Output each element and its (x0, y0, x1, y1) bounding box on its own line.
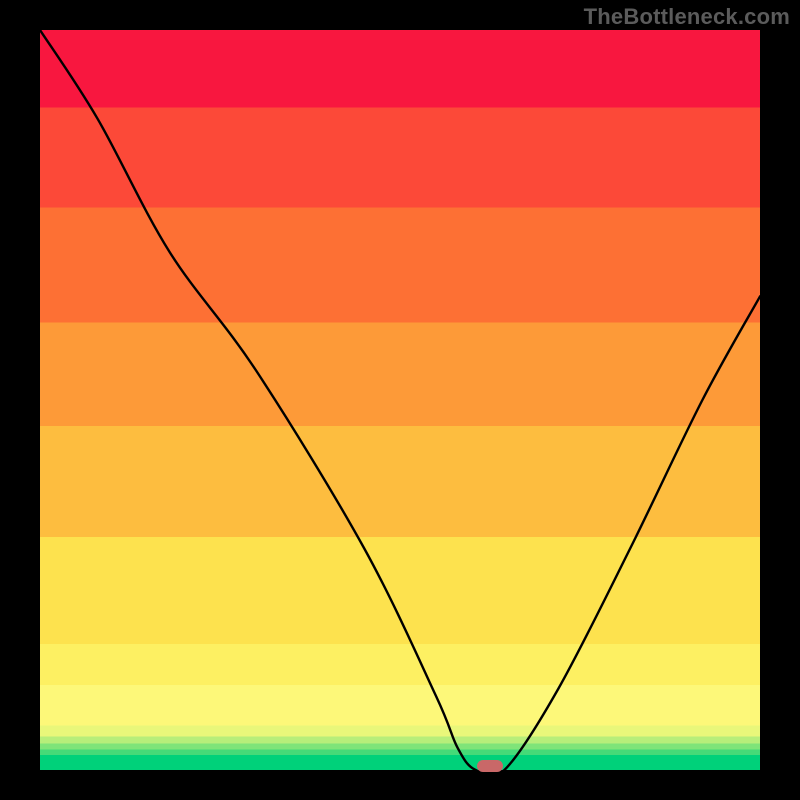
plot-area (40, 30, 760, 770)
gradient-background (40, 30, 760, 770)
watermark-text: TheBottleneck.com (584, 4, 790, 30)
sweet-spot-marker (477, 760, 503, 772)
chart-frame: TheBottleneck.com (0, 0, 800, 800)
bottleneck-chart-svg (40, 30, 760, 770)
